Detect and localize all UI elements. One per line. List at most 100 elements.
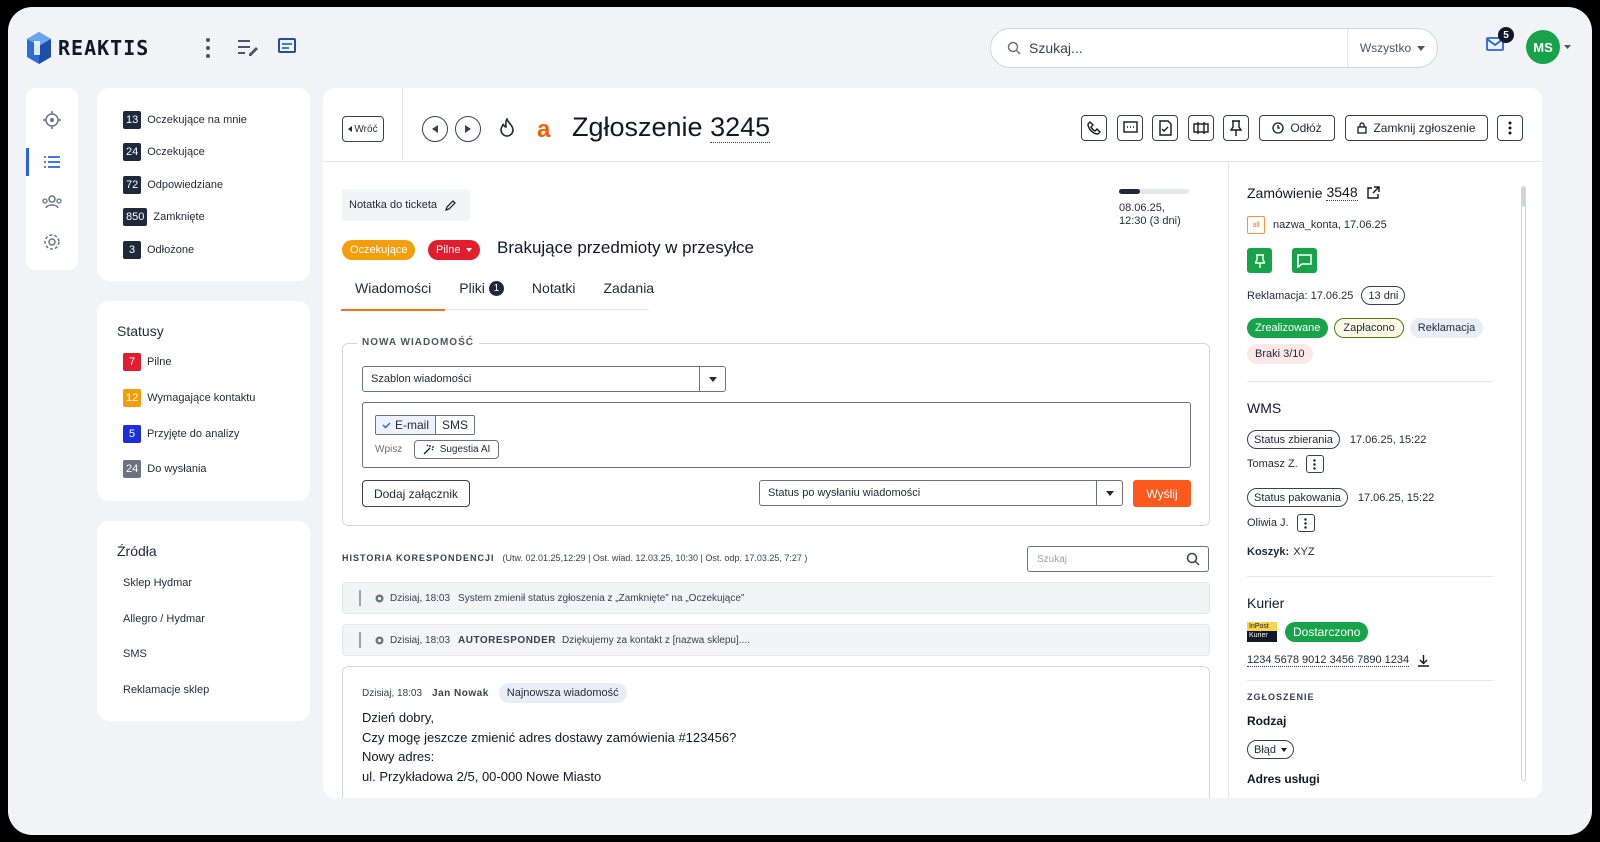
- ticket-number[interactable]: 3245: [710, 112, 771, 143]
- close-ticket-button[interactable]: Zamknij zgłoszenie: [1345, 115, 1488, 141]
- complaint-info: Reklamacja: 17.06.25 13 dni: [1247, 286, 1406, 305]
- template-select[interactable]: Szablon wiadomości: [362, 366, 726, 392]
- tab-files-badge: 1: [488, 281, 504, 296]
- back-button[interactable]: Wróć: [342, 116, 384, 142]
- pick-user: Tomasz Z.: [1247, 458, 1298, 470]
- pack-more-button[interactable]: [1296, 514, 1315, 532]
- app-name: REAKTIS: [58, 36, 150, 60]
- history-header: HISTORIA KORESPONDENCJI (Utw. 02.01.25,1…: [342, 553, 807, 563]
- pick-time: 17.06.25, 15:22: [1349, 433, 1427, 446]
- search-icon: [1186, 552, 1200, 566]
- ticket-status-badge[interactable]: Oczekujące: [342, 240, 416, 260]
- deadline-time: 12:30 (3 dni): [1119, 215, 1181, 227]
- order-number[interactable]: 3548: [1326, 184, 1358, 201]
- more-actions-button[interactable]: [1497, 115, 1523, 141]
- merge-icon: [1193, 121, 1209, 135]
- snooze-label: Odłóż: [1290, 121, 1322, 135]
- side-panel-scrollbar[interactable]: [1521, 186, 1526, 781]
- history-row[interactable]: Dzisiaj, 18:03 AUTORESPONDER Dziękujemy …: [342, 624, 1210, 656]
- queue-item[interactable]: 850 Zamknięte: [123, 207, 205, 227]
- snooze-button[interactable]: Odłóż: [1259, 115, 1335, 141]
- queue-item[interactable]: 13 Oczekujące na mnie: [123, 110, 247, 130]
- ticket-priority-badge[interactable]: Pilne: [428, 240, 481, 260]
- external-link-icon[interactable]: [1366, 185, 1380, 200]
- source-item[interactable]: Reklamacje sklep: [123, 684, 209, 696]
- chat-action-button[interactable]: [1292, 248, 1317, 273]
- queue-count: 13: [123, 111, 142, 129]
- cart-label: Koszyk:: [1247, 546, 1290, 558]
- send-button[interactable]: Wyślij: [1133, 480, 1191, 507]
- caret-down-icon: [699, 367, 725, 391]
- attach-button[interactable]: Dodaj załącznik: [362, 480, 470, 507]
- status-count: 12: [123, 389, 142, 407]
- more-vertical-icon[interactable]: [204, 37, 212, 59]
- chat-icon[interactable]: [278, 38, 296, 56]
- ticket-note-button[interactable]: Notatka do ticketa: [342, 189, 470, 221]
- reaktis-logo-icon: [26, 31, 52, 65]
- order-account-label: nazwa_konta, 17.06.25: [1273, 219, 1387, 231]
- rail-item-dashboard[interactable]: [26, 100, 78, 140]
- status-item[interactable]: 12 Wymagające kontaktu: [123, 388, 255, 408]
- status-label: Wymagające kontaktu: [147, 392, 256, 404]
- status-item[interactable]: 7 Pilne: [123, 352, 171, 372]
- rail-item-tickets[interactable]: [26, 142, 78, 182]
- user-avatar[interactable]: MS: [1526, 30, 1560, 64]
- tab-notes[interactable]: Notatki: [518, 268, 590, 310]
- message-body: Dzień dobry, Czy mogę jeszcze zmienić ad…: [362, 708, 736, 786]
- source-item[interactable]: Sklep Hydmar: [123, 577, 192, 589]
- search-input[interactable]: Szukaj...: [991, 40, 1347, 56]
- avatar-caret-icon[interactable]: [1564, 45, 1571, 49]
- after-send-status-select[interactable]: Status po wysłaniu wiadomości: [759, 480, 1123, 506]
- channel-sms[interactable]: SMS: [436, 416, 474, 434]
- logo[interactable]: REAKTIS: [26, 31, 149, 65]
- call-button[interactable]: [1081, 115, 1107, 141]
- message-author[interactable]: Jan Nowak: [432, 688, 489, 699]
- download-icon[interactable]: [1417, 654, 1430, 667]
- queue-item[interactable]: 24 Oczekujące: [123, 142, 205, 162]
- sources-title: Źródła: [117, 543, 157, 559]
- request-type-value: Błąd: [1254, 743, 1277, 756]
- message-line: ul. Przykładowa 2/5, 00-000 Nowe Miasto: [362, 768, 602, 784]
- message-editor[interactable]: E-mail SMS Wpisz Sugestia AI: [362, 402, 1191, 468]
- source-item[interactable]: SMS: [123, 648, 147, 660]
- tab-files[interactable]: Pliki 1: [445, 268, 518, 310]
- pin-button[interactable]: [1223, 115, 1249, 141]
- source-item[interactable]: Allegro / Hydmar: [123, 613, 205, 625]
- message-button[interactable]: [1117, 115, 1143, 141]
- search-scope-label: Wszystko: [1359, 41, 1412, 55]
- tracking-number[interactable]: 1234 5678 9012 3456 7890 1234: [1247, 654, 1410, 667]
- channel-email[interactable]: E-mail: [376, 416, 437, 434]
- order-side-panel: Zamówienie 3548 all nazwa_konta, 17.06.2…: [1228, 162, 1542, 798]
- merge-button[interactable]: [1188, 115, 1214, 141]
- queue-label: Zamknięte: [153, 211, 205, 223]
- tab-messages[interactable]: Wiadomości: [341, 268, 446, 311]
- status-item[interactable]: 5 Przyjęte do analizy: [123, 424, 239, 444]
- status-label: Pilne: [147, 356, 172, 368]
- history-row[interactable]: Dzisiaj, 18:03 System zmienił status zgł…: [342, 582, 1210, 614]
- search-scope-select[interactable]: Wszystko: [1347, 29, 1437, 67]
- next-ticket-icon[interactable]: [455, 116, 481, 142]
- prev-ticket-icon[interactable]: [422, 116, 448, 142]
- list-edit-icon[interactable]: [237, 38, 259, 56]
- history-row-text: Dziękujemy za kontakt z [nazwa sklepu]..…: [562, 634, 750, 646]
- queue-label: Oczekujące: [147, 146, 205, 158]
- rail-item-users[interactable]: [26, 182, 78, 222]
- tab-tasks[interactable]: Zadania: [590, 268, 669, 310]
- wms-pack-user: Oliwia J.: [1247, 514, 1315, 532]
- ai-suggestion-button[interactable]: Sugestia AI: [414, 440, 499, 459]
- request-type-select[interactable]: Błąd: [1247, 740, 1295, 759]
- search-placeholder: Szukaj...: [1029, 40, 1083, 56]
- rail-item-settings[interactable]: [26, 222, 78, 262]
- pencil-icon: [445, 199, 456, 211]
- history-search-input[interactable]: Szukaj: [1027, 546, 1209, 572]
- message-card: Dzisiaj, 18:03 Jan Nowak Najnowsza wiado…: [342, 666, 1210, 798]
- check-icon: [382, 422, 391, 429]
- queue-item[interactable]: 3 Odłożone: [123, 240, 194, 260]
- pick-more-button[interactable]: [1305, 455, 1324, 473]
- allegro-account-logo: all: [1247, 216, 1265, 234]
- queue-item[interactable]: 72 Odpowiedziane: [123, 175, 223, 195]
- status-item[interactable]: 24 Do wysłania: [123, 459, 207, 479]
- pin-action-button[interactable]: [1247, 248, 1272, 273]
- document-button[interactable]: [1152, 115, 1178, 141]
- message-placeholder: Wpisz: [375, 444, 403, 455]
